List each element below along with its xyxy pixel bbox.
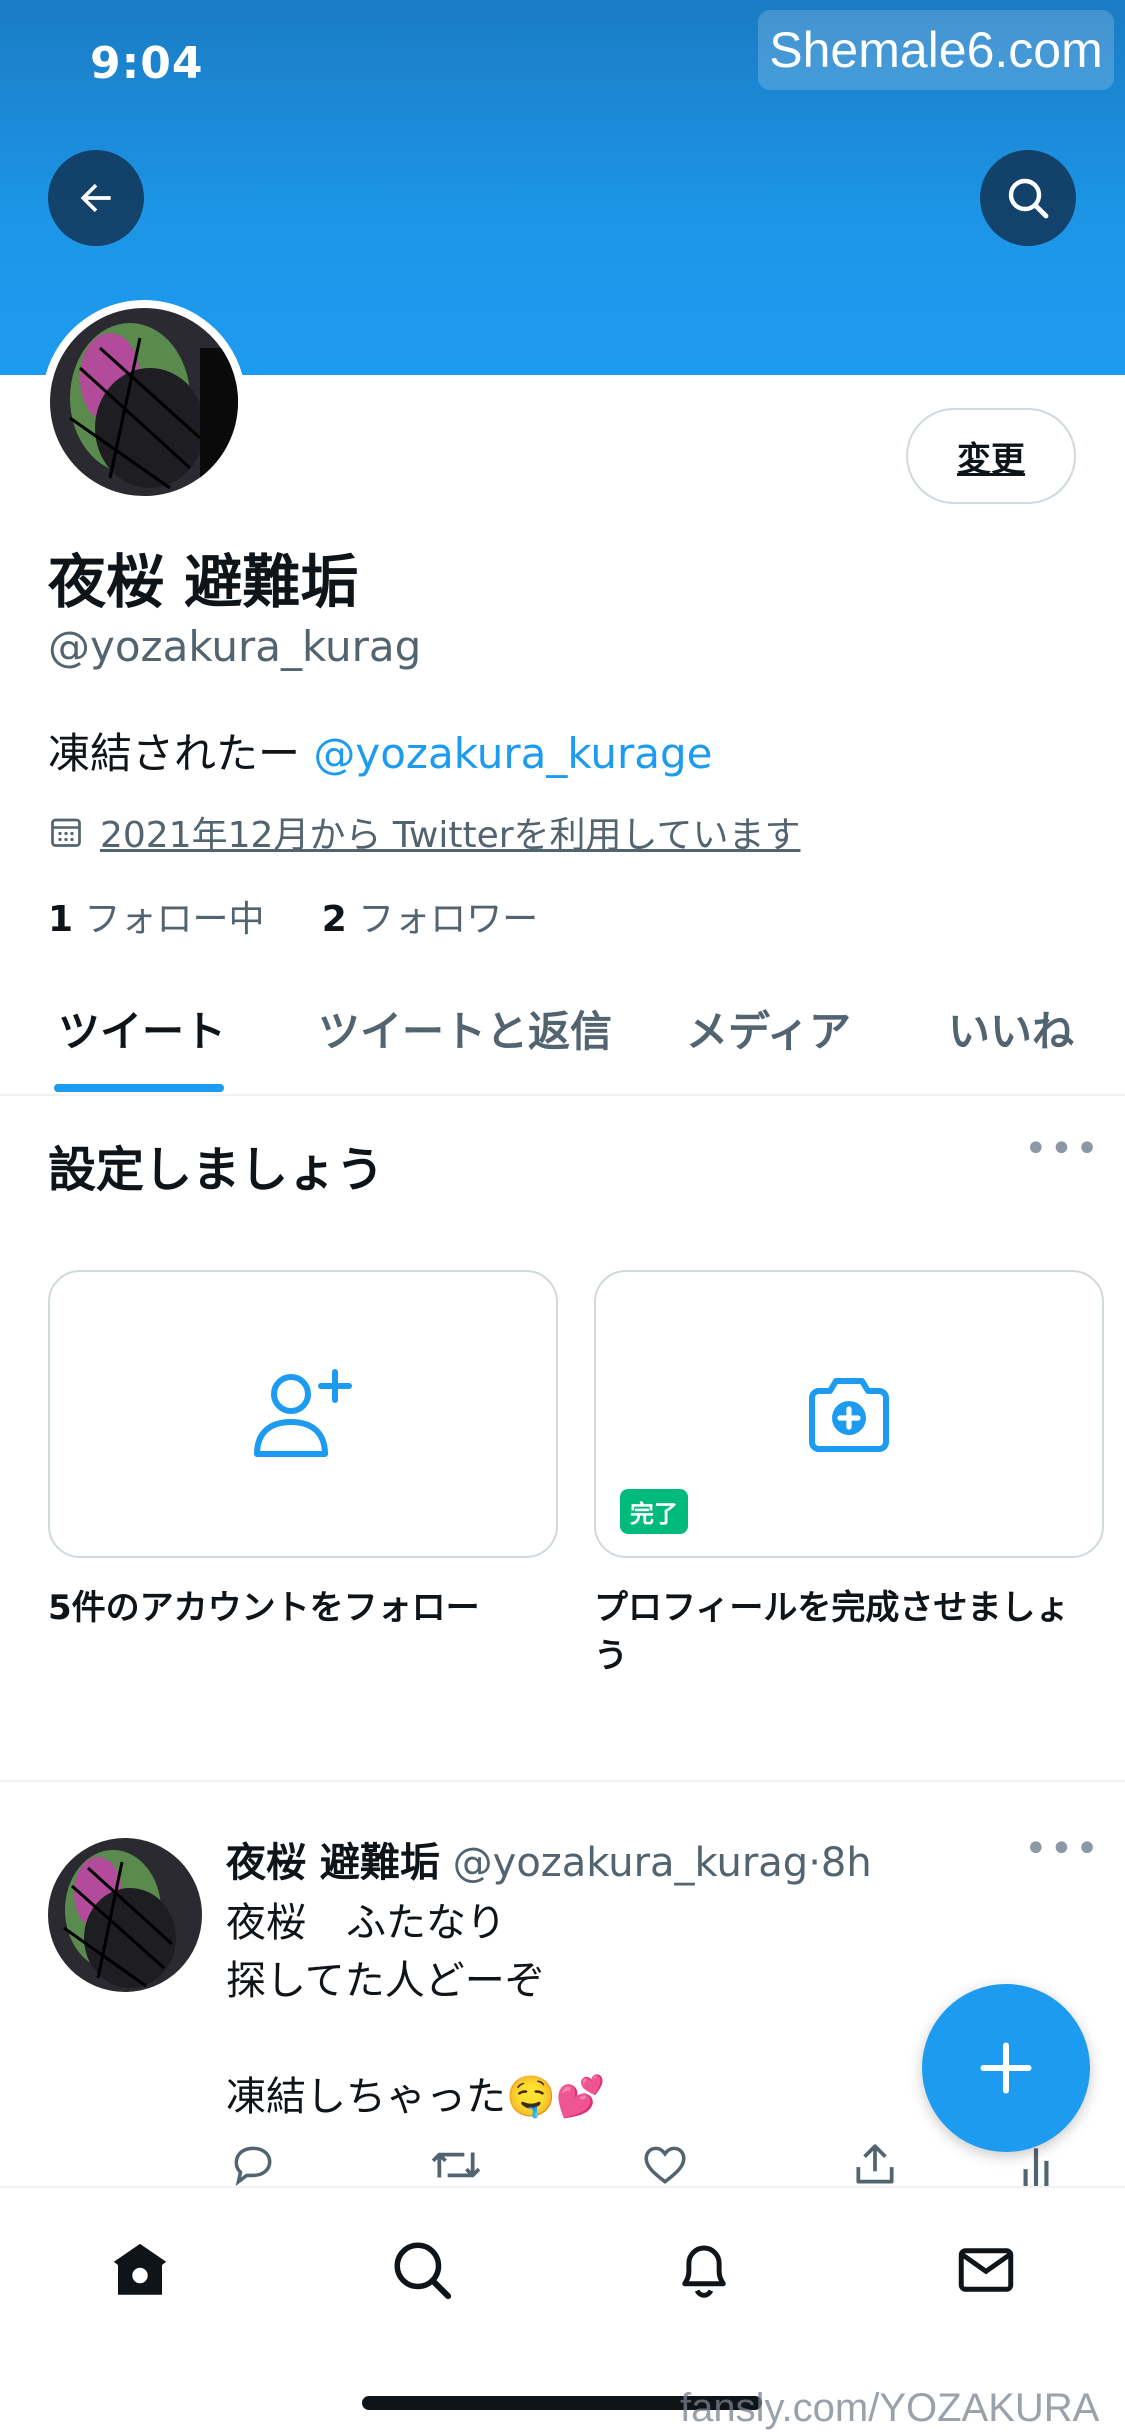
tweet-text-line: 凍結しちゃった🤤💕: [226, 2074, 606, 2120]
following-link[interactable]: 1 フォロー中: [48, 899, 265, 940]
tweet-header: 夜桜 避難垢 @yozakura_kurag·8h: [226, 1830, 872, 1888]
display-name: 夜桜 避難垢: [48, 548, 359, 616]
arrow-left-icon: [80, 183, 111, 213]
follow-accounts-label: 5件のアカウントをフォロー: [48, 1588, 480, 1628]
mail-icon: [958, 2248, 1014, 2292]
followers-label: フォロワー: [346, 899, 539, 940]
camera-plus-icon: [809, 1378, 889, 1452]
follow-stats: 1 フォロー中 2 フォロワー: [48, 890, 538, 942]
tweet-separator: ·: [808, 1840, 821, 1886]
watermark-bottom: fansly.com/YOZAKURA: [680, 2386, 1100, 2430]
search-icon: [394, 2242, 452, 2300]
tweet-actions: [226, 2140, 1056, 2190]
like-icon[interactable]: [640, 2140, 690, 2190]
status-time: 9:04: [90, 38, 204, 89]
search-button[interactable]: [980, 150, 1076, 246]
following-count: 1: [48, 899, 74, 940]
tab-active-indicator: [54, 1084, 224, 1092]
nav-notifications[interactable]: [668, 2234, 740, 2306]
search-icon: [1008, 178, 1049, 219]
share-icon[interactable]: [850, 2140, 900, 2190]
back-button[interactable]: [48, 150, 144, 246]
followers-link[interactable]: 2 フォロワー: [322, 899, 539, 940]
tweet-text-line: 夜桜 ふたなり: [226, 1900, 506, 1946]
more-options-icon[interactable]: •••: [1024, 1126, 1101, 1172]
tweet-author-name[interactable]: 夜桜 避難垢: [226, 1840, 440, 1886]
tab-tweets-and-replies[interactable]: ツイートと返信: [318, 998, 612, 1059]
tweet-time: 8h: [820, 1840, 872, 1886]
tweet-text-line: 探してた人どーぞ: [226, 1958, 545, 2004]
bio-mention-link[interactable]: @yozakura_kurage: [313, 729, 712, 778]
home-icon: [113, 2243, 167, 2295]
tweet-more-icon[interactable]: •••: [1024, 1826, 1101, 1872]
follow-accounts-card[interactable]: [48, 1270, 558, 1558]
watermark-top: Shemale6.com: [758, 10, 1114, 90]
tweet-author-handle[interactable]: @yozakura_kurag: [453, 1840, 809, 1886]
compose-tweet-button[interactable]: [922, 1984, 1090, 2152]
avatar-image: [50, 308, 238, 496]
profile-avatar[interactable]: [42, 300, 246, 504]
joined-text: 2021年12月から Twitterを利用しています: [100, 815, 801, 856]
nav-search[interactable]: [386, 2234, 458, 2306]
reply-icon[interactable]: [228, 2140, 278, 2190]
profile-tabs: ツイート ツイートと返信 メディア いいね: [0, 960, 1125, 1096]
profile-bio: 凍結されたー @yozakura_kurage: [48, 720, 713, 781]
setup-title: 設定しましょう: [48, 1142, 385, 1198]
add-user-icon: [254, 1369, 352, 1457]
bio-text: 凍結されたー: [48, 729, 314, 778]
section-divider: [0, 1780, 1125, 1782]
complete-profile-label: プロフィールを完成させましょう: [594, 1588, 1070, 1676]
tab-media[interactable]: メディア: [686, 998, 851, 1059]
edit-profile-button[interactable]: 変更: [906, 408, 1076, 504]
completed-badge: 完了: [620, 1489, 688, 1534]
tab-likes[interactable]: いいね: [948, 998, 1074, 1059]
bell-icon: [682, 2245, 726, 2298]
retweet-icon[interactable]: [426, 2140, 486, 2190]
followers-count: 2: [321, 899, 347, 940]
profile-handle: @yozakura_kurag: [48, 622, 422, 671]
plus-icon: [980, 2042, 1032, 2094]
following-label: フォロー中: [73, 899, 265, 940]
tab-tweets[interactable]: ツイート: [58, 998, 226, 1059]
nav-messages[interactable]: [950, 2234, 1022, 2306]
nav-home[interactable]: [104, 2234, 176, 2306]
complete-profile-card[interactable]: 完了: [594, 1270, 1104, 1558]
joined-date: 2021年12月から Twitterを利用しています: [48, 806, 800, 858]
calendar-icon: [51, 818, 81, 847]
tweet-avatar[interactable]: [48, 1838, 202, 1992]
